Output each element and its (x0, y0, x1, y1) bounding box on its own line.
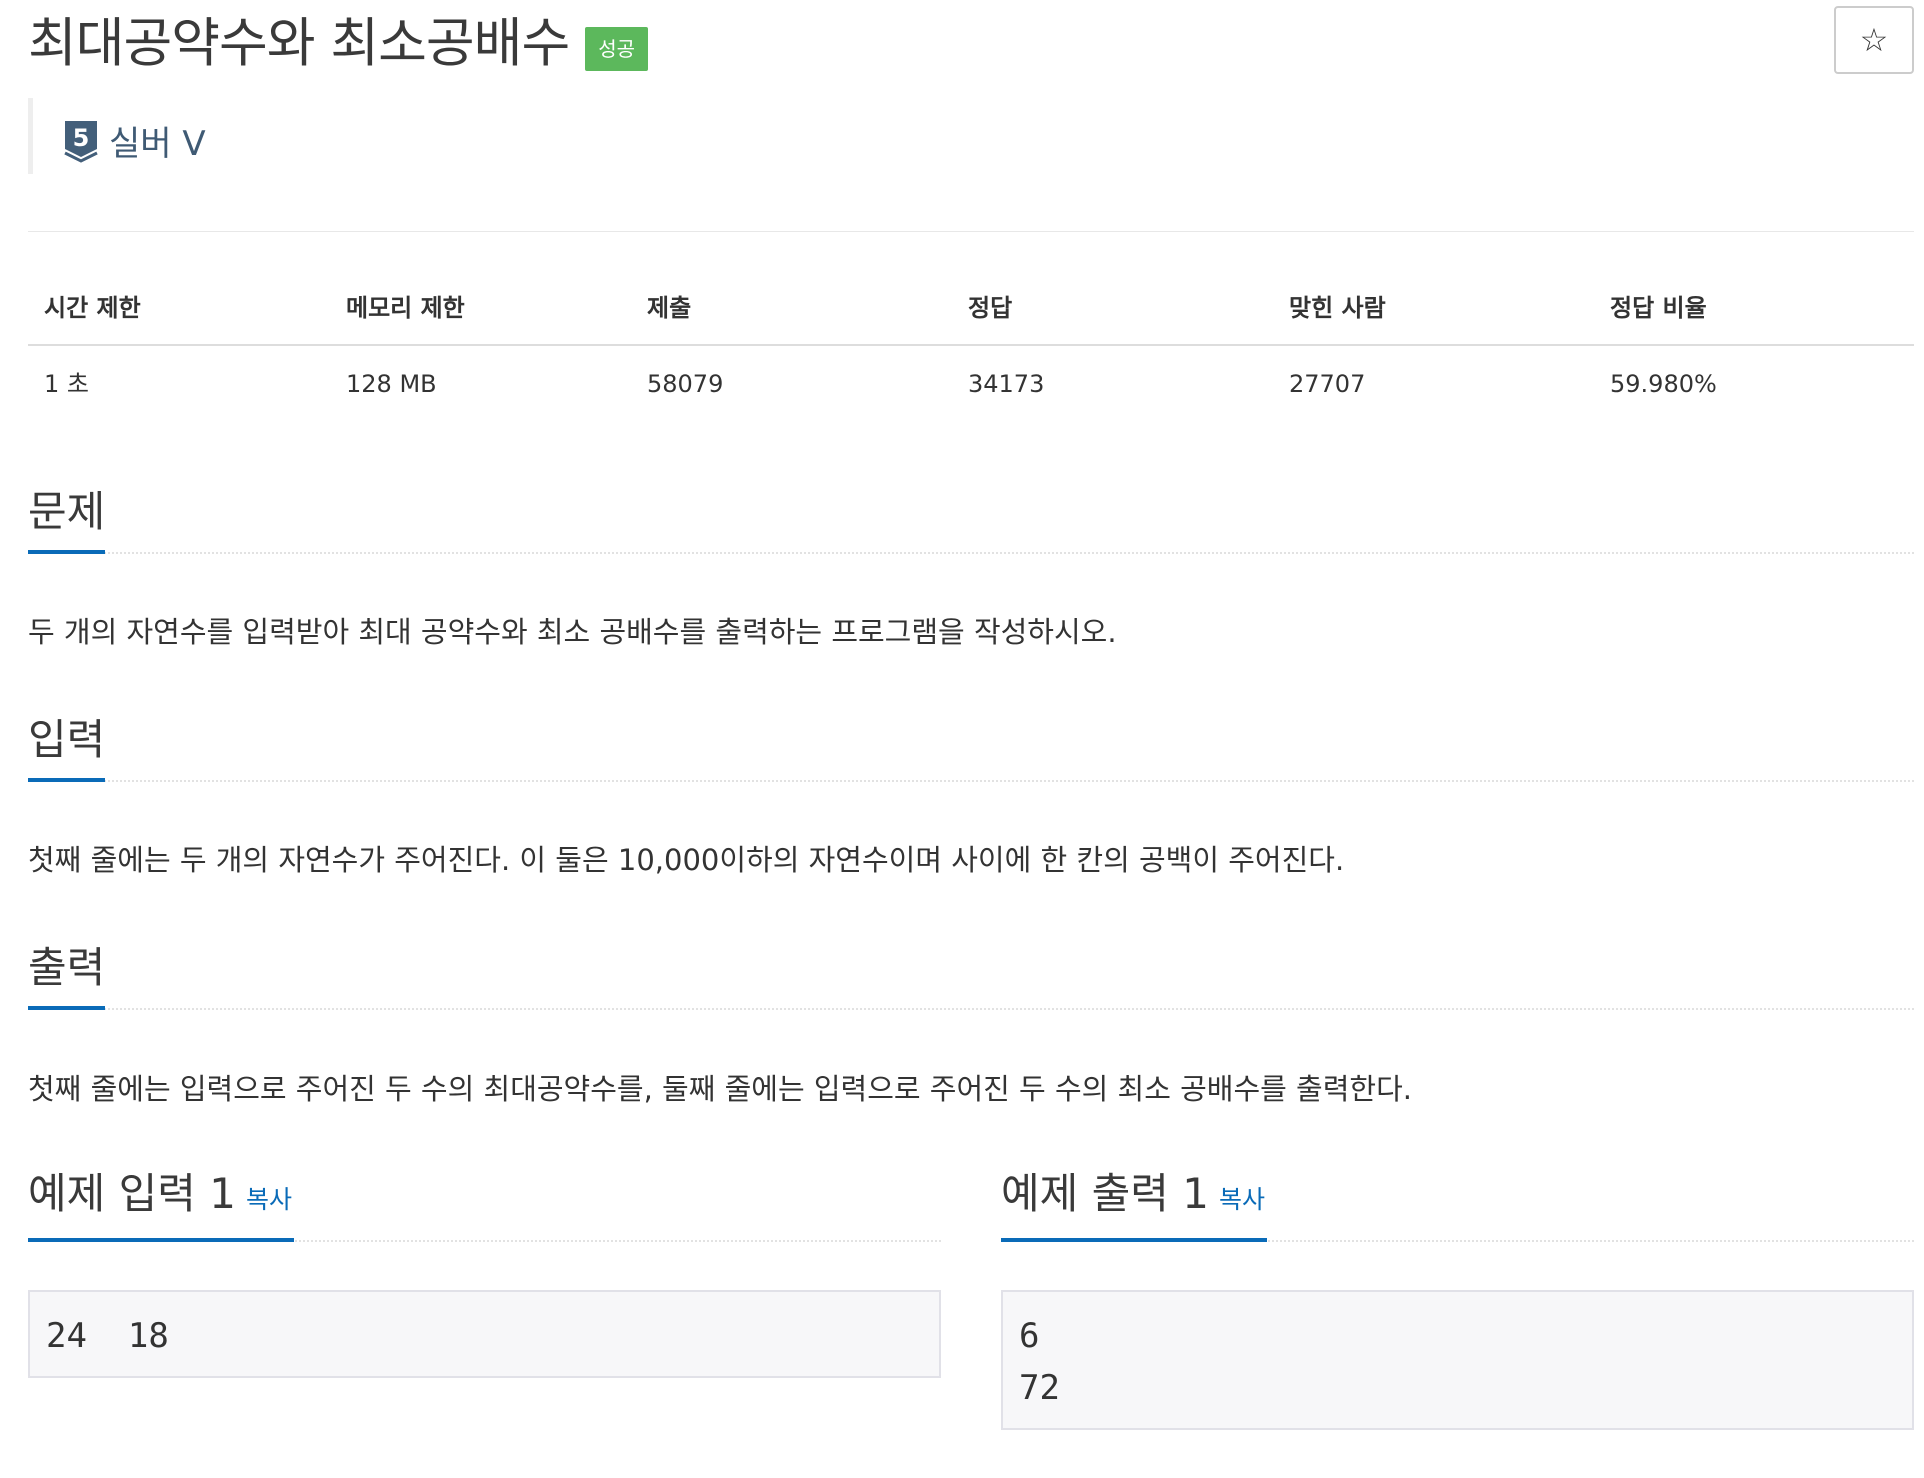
star-icon: ☆ (1859, 21, 1889, 59)
problem-description: 두 개의 자연수를 입력받아 최대 공약수와 최소 공배수를 출력하는 프로그램… (28, 615, 1117, 649)
sample-output-title-text: 예제 출력 1 (1001, 1169, 1209, 1218)
title-row: 최대공약수와 최소공배수 성공 (28, 12, 649, 76)
output-section-title: 출력 (28, 942, 106, 1010)
input-section-header: 입력 (28, 708, 1914, 782)
sample-input-box[interactable]: 24 18 (28, 1290, 941, 1378)
tier-shield-icon: 5 (64, 120, 98, 163)
problem-section-header: 문제 (28, 480, 1914, 554)
tier[interactable]: 5 실버 V (63, 116, 206, 165)
status-badge: 성공 (585, 27, 649, 71)
favorite-star-button[interactable]: ☆ (1834, 6, 1914, 74)
stats-header-accepted: 정답 (968, 294, 1013, 322)
stats-header-submissions: 제출 (647, 294, 692, 322)
stats-solved-users: 27707 (1289, 370, 1366, 398)
sample-input-header: 예제 입력 1 복사 (28, 1168, 941, 1242)
problem-page: 최대공약수와 최소공배수 성공 ☆ 5 실버 V 시간 제한 메모리 제한 제출… (0, 0, 1924, 1478)
output-section-header: 출력 (28, 936, 1914, 1010)
stats-header-memory-limit: 메모리 제한 (346, 294, 465, 322)
input-section-title: 입력 (28, 714, 106, 782)
problem-title: 최대공약수와 최소공배수 (28, 13, 570, 74)
stats-accepted: 34173 (968, 370, 1045, 398)
sample-input-title-text: 예제 입력 1 (28, 1169, 236, 1218)
output-description: 첫째 줄에는 입력으로 주어진 두 수의 최대공약수를, 둘째 줄에는 입력으로… (28, 1072, 1412, 1106)
stats-submissions: 58079 (647, 370, 724, 398)
stats-time-limit: 1 초 (44, 370, 89, 398)
stats-accept-rate: 59.980% (1610, 370, 1717, 398)
sample-output-title: 예제 출력 1 복사 (1001, 1168, 1267, 1242)
stats-header-accept-rate: 정답 비율 (1610, 294, 1707, 322)
sample-output-box[interactable]: 6 72 (1001, 1290, 1914, 1430)
sample-input-copy-link[interactable]: 복사 (246, 1185, 292, 1214)
tier-box: 5 실버 V (28, 98, 206, 174)
stats-header-time-limit: 시간 제한 (44, 294, 141, 322)
sample-output-header: 예제 출력 1 복사 (1001, 1168, 1914, 1242)
sample-output-copy-link[interactable]: 복사 (1219, 1185, 1265, 1214)
tier-number: 5 (73, 124, 90, 152)
stats-value-row: 1 초 128 MB 58079 34173 27707 59.980% (28, 346, 1914, 422)
divider (28, 231, 1914, 232)
tier-label: 실버 V (109, 124, 206, 164)
stats-header-row: 시간 제한 메모리 제한 제출 정답 맞힌 사람 정답 비율 (28, 282, 1914, 346)
sample-input-title: 예제 입력 1 복사 (28, 1168, 294, 1242)
stats-header-solved-users: 맞힌 사람 (1289, 294, 1386, 322)
stats-table: 시간 제한 메모리 제한 제출 정답 맞힌 사람 정답 비율 1 초 128 M… (28, 282, 1914, 422)
stats-memory-limit: 128 MB (346, 370, 437, 398)
input-description: 첫째 줄에는 두 개의 자연수가 주어진다. 이 둘은 10,000이하의 자연… (28, 843, 1345, 877)
problem-section-title: 문제 (28, 486, 106, 554)
